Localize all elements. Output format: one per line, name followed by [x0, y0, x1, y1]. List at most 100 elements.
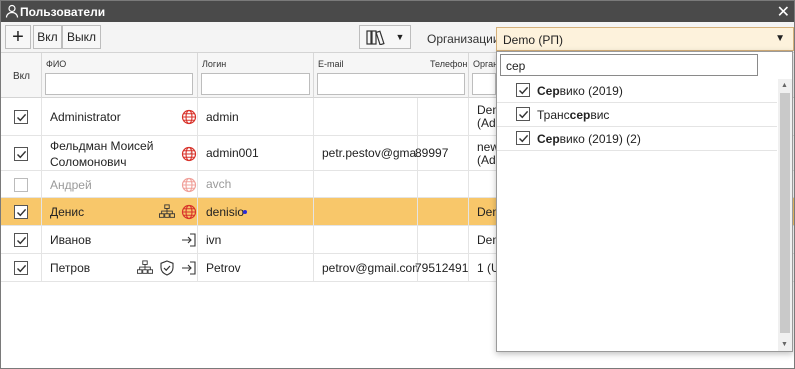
organization-option-label: Сервико (2019) (2) — [537, 132, 641, 146]
fio-cell: Денис — [42, 198, 198, 225]
enabled-cell — [1, 136, 42, 170]
org-cell: Dem — [469, 198, 499, 225]
fio-text: Фельдман Моисей Соломонович — [50, 139, 154, 169]
login-cell: Petrov — [198, 254, 314, 281]
login-cell: admin001 — [198, 136, 314, 170]
organization-option-label: Транссервис — [537, 108, 609, 122]
organization-option[interactable]: Транссервис — [497, 103, 777, 127]
column-email[interactable]: E-mail Телефон — [314, 53, 469, 99]
close-icon[interactable]: ✕ — [777, 2, 790, 22]
enabled-cell — [1, 198, 42, 225]
login-filter-input[interactable] — [201, 73, 310, 95]
column-login[interactable]: Логин — [198, 53, 314, 99]
login-text: denisio — [206, 205, 245, 219]
organization-checkbox[interactable] — [516, 83, 530, 97]
checkmark-icon — [519, 134, 529, 143]
checkmark-icon — [17, 236, 27, 245]
status-dot-icon — [243, 210, 247, 214]
phone-text: 7951249186 — [415, 261, 469, 275]
org-structure-icon[interactable] — [137, 260, 153, 276]
column-fio[interactable]: ФИО — [42, 53, 198, 99]
column-enabled[interactable]: Вкл — [1, 53, 42, 99]
checkmark-icon — [519, 110, 529, 119]
scroll-down-arrow-icon[interactable]: ▼ — [781, 341, 788, 348]
organization-checkbox[interactable] — [516, 131, 530, 145]
enabled-checkbox[interactable] — [14, 147, 28, 161]
organization-option[interactable]: Сервико (2019) — [497, 79, 777, 103]
disable-button[interactable]: Выкл — [62, 25, 101, 49]
organization-option[interactable]: Сервико (2019) (2) — [497, 127, 777, 151]
organization-select[interactable]: Demo (РП) ▼ — [496, 27, 794, 51]
organization-select-value: Demo (РП) — [503, 33, 563, 47]
globe-icon[interactable] — [181, 177, 197, 193]
login-cell: ivn — [198, 226, 314, 253]
scrollbar[interactable]: ▲ ▼ — [778, 79, 792, 351]
email-cell — [314, 226, 418, 253]
enabled-cell — [1, 254, 42, 281]
scroll-up-arrow-icon[interactable]: ▲ — [781, 82, 788, 89]
enabled-checkbox[interactable] — [14, 205, 28, 219]
email-cell — [314, 171, 418, 197]
fio-text: Петров — [50, 261, 91, 275]
login-icon[interactable] — [181, 260, 197, 276]
login-cell: admin — [198, 98, 314, 135]
users-window: Пользователи ✕ + Вкл Выкл ▼ Организации … — [0, 0, 795, 369]
checkmark-icon — [17, 264, 27, 273]
org-cell: 1 (U — [469, 254, 499, 281]
login-text: avch — [206, 177, 232, 191]
option-post-text: вико (2019) (2) — [559, 132, 641, 146]
phone-cell — [412, 226, 469, 253]
fio-text: Денис — [50, 205, 85, 219]
option-pre-text: Транс — [537, 108, 570, 122]
organization-dropdown: сер Сервико (2019) Транссервис Сервико (20… — [496, 51, 793, 352]
option-post-text: вис — [590, 108, 610, 122]
fio-text: Андрей — [50, 178, 92, 192]
fio-text: Administrator — [50, 110, 121, 124]
enabled-checkbox[interactable] — [14, 178, 28, 192]
email-filter-input[interactable] — [317, 73, 465, 95]
fio-cell: Фельдман Моисей Соломонович ⋮ — [42, 136, 198, 170]
org-structure-icon[interactable] — [159, 204, 175, 220]
enabled-cell — [1, 226, 42, 253]
organization-checkbox[interactable] — [516, 107, 530, 121]
option-bold-text: Сер — [537, 132, 560, 146]
login-icon[interactable] — [181, 232, 197, 248]
enabled-checkbox[interactable] — [14, 110, 28, 124]
login-cell: avch — [198, 171, 314, 197]
option-bold-text: сер — [569, 108, 591, 122]
enabled-checkbox[interactable] — [14, 261, 28, 275]
org-filter-input[interactable] — [472, 73, 496, 95]
email-cell — [314, 98, 418, 135]
option-bold-text: Сер — [537, 84, 560, 98]
add-user-button[interactable]: + — [5, 25, 31, 49]
email-text: petr.pestov@gmail.com — [322, 146, 417, 160]
phone-cell — [412, 171, 469, 197]
org-cell — [469, 171, 499, 197]
fio-cell: Administrator — [42, 98, 198, 135]
phone-cell — [412, 98, 469, 135]
login-text: admin — [206, 110, 239, 124]
fio-cell: Иванов — [42, 226, 198, 253]
login-text: admin001 — [206, 146, 259, 160]
phone-cell: 89997 — [412, 136, 469, 170]
checkmark-icon — [17, 113, 27, 122]
fio-text: Иванов — [50, 233, 92, 247]
org-cell: new (Adm — [469, 136, 499, 170]
window-title: Пользователи — [20, 5, 106, 19]
enable-button[interactable]: Вкл — [33, 25, 62, 49]
books-icon — [365, 30, 385, 45]
organizations-label: Организации — [427, 32, 500, 46]
organization-search-input[interactable]: сер — [500, 54, 758, 76]
globe-icon[interactable] — [181, 109, 197, 125]
scrollbar-thumb[interactable] — [780, 93, 790, 333]
columns-menu-button[interactable]: ▼ — [359, 25, 411, 49]
globe-icon[interactable] — [181, 146, 197, 162]
fio-filter-input[interactable] — [45, 73, 193, 95]
globe-icon[interactable] — [181, 204, 197, 220]
chevron-down-icon[interactable]: ▼ — [775, 33, 785, 44]
column-org[interactable]: Орган — [469, 53, 499, 99]
email-text: petrov@gmail.com — [322, 261, 418, 275]
enabled-checkbox[interactable] — [14, 233, 28, 247]
checkmark-icon — [17, 208, 27, 217]
shield-icon[interactable] — [159, 260, 175, 276]
